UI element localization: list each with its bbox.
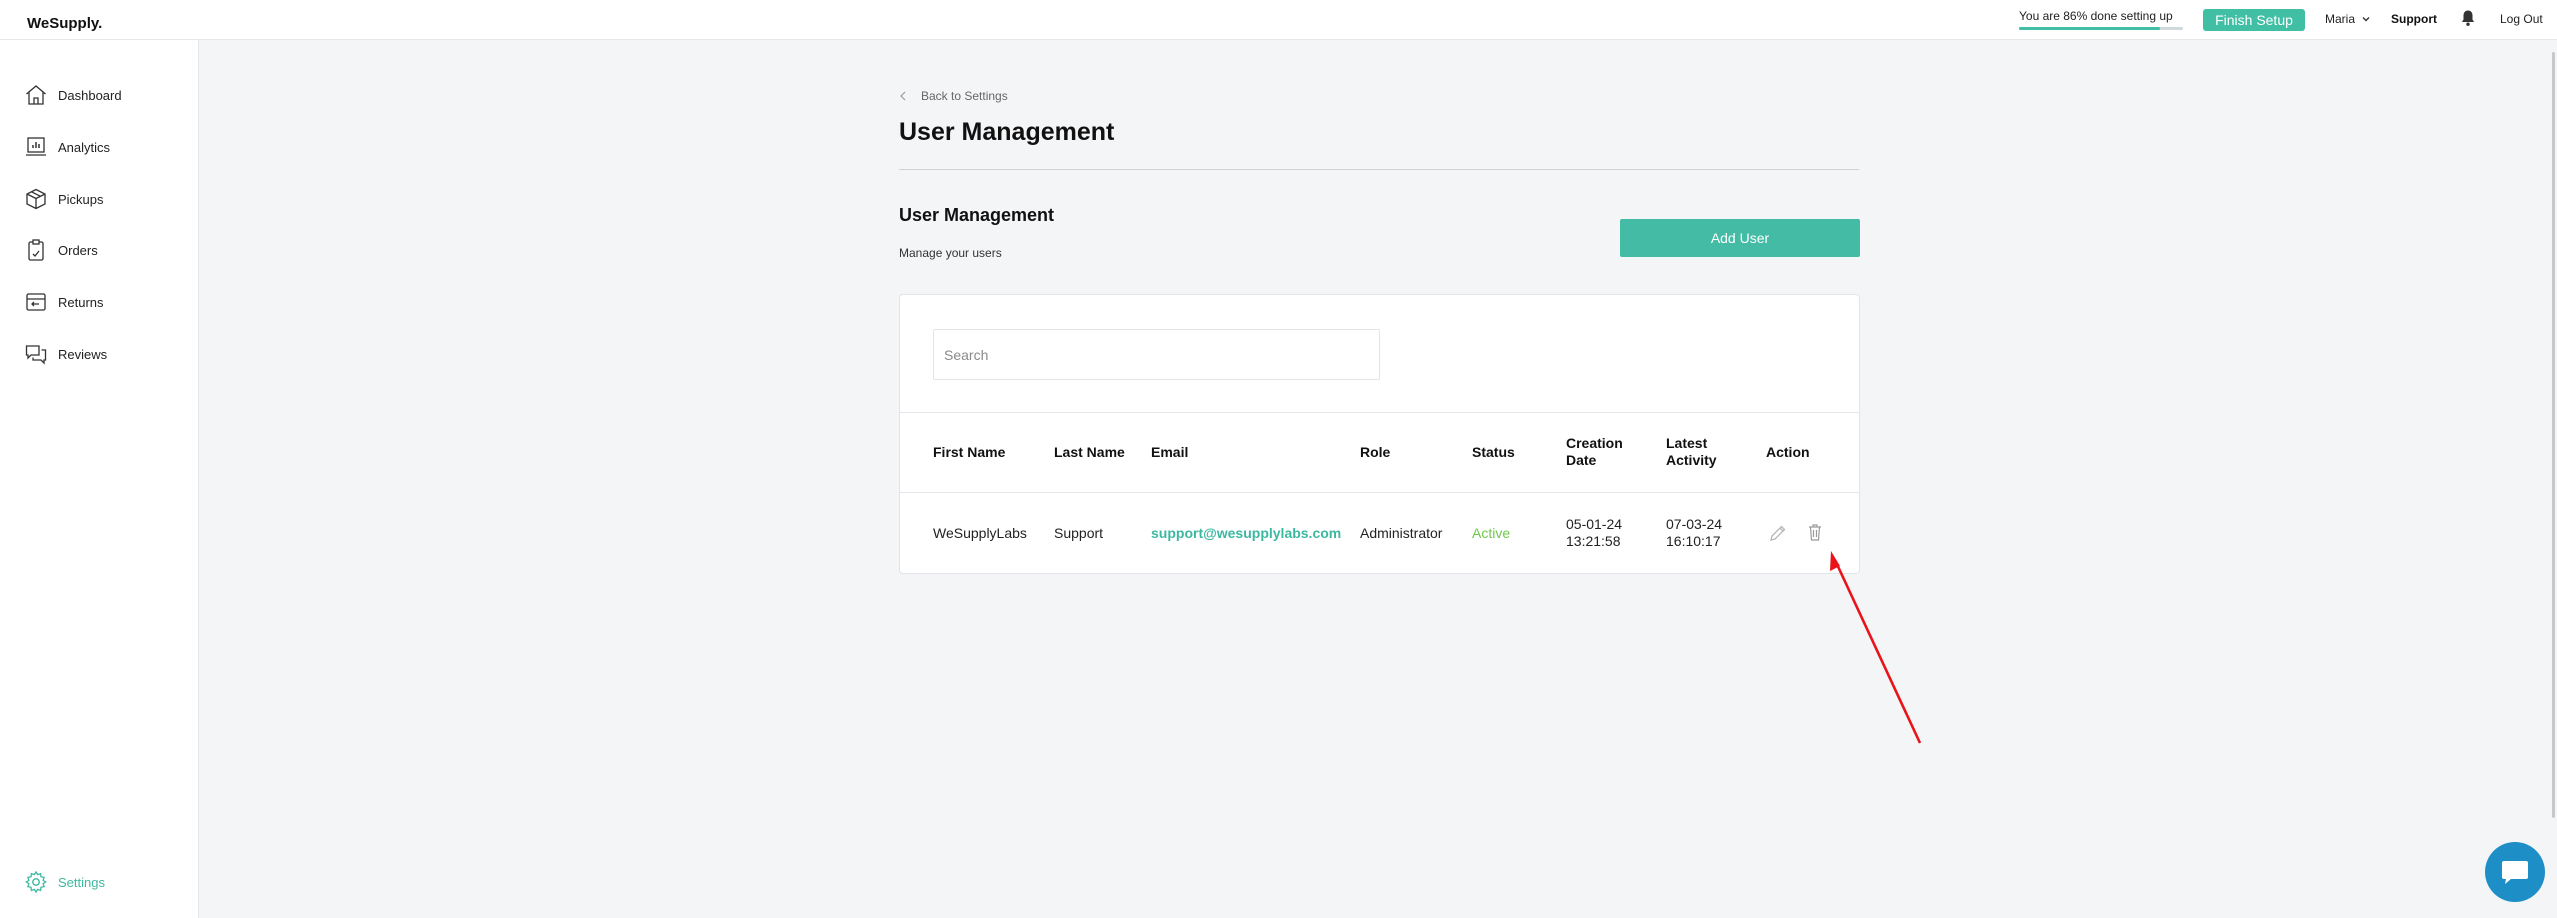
logout-link[interactable]: Log Out — [2500, 12, 2543, 26]
cell-creation-date: 05-01-24 — [1566, 516, 1623, 532]
delete-trash-icon[interactable] — [1805, 522, 1825, 542]
edit-pencil-icon[interactable] — [1768, 523, 1788, 543]
sidebar-item-pickups[interactable]: Pickups — [24, 187, 104, 211]
user-menu[interactable]: Maria — [2325, 12, 2371, 26]
brand-logo[interactable]: WeSupply. — [27, 15, 102, 32]
cell-role: Administrator — [1360, 525, 1443, 541]
column-header-role: Role — [1360, 444, 1391, 460]
section-subtitle: Manage your users — [899, 246, 1002, 260]
cell-latest-time: 16:10:17 — [1666, 533, 1721, 549]
cell-status: Active — [1472, 525, 1511, 541]
users-table-card: First Name Last Name Email Role Status C… — [899, 294, 1860, 574]
sidebar-item-label: Analytics — [58, 139, 111, 155]
column-header-first-name: First Name — [933, 444, 1006, 460]
sidebar-item-label: Pickups — [58, 191, 104, 207]
chat-widget-button[interactable] — [2485, 842, 2545, 902]
support-link[interactable]: Support — [2391, 12, 2437, 26]
column-header-email: Email — [1151, 444, 1189, 460]
column-header-creation-date: Creation Date — [1566, 435, 1623, 468]
cell-last-name: Support — [1054, 525, 1104, 541]
setup-progress: You are 86% done setting up — [2019, 9, 2183, 30]
sidebar-item-label: Dashboard — [58, 87, 122, 103]
chevron-left-icon — [900, 91, 906, 101]
column-header-latest-activity: Latest Activity — [1666, 435, 1717, 468]
sidebar-item-orders[interactable]: Orders — [24, 238, 98, 262]
sidebar-item-settings[interactable]: Settings — [24, 870, 105, 894]
table-row-divider — [900, 492, 1859, 493]
returns-icon — [26, 293, 46, 311]
finish-setup-button[interactable]: Finish Setup — [2203, 9, 2305, 31]
back-to-settings-link[interactable]: Back to Settings — [899, 89, 1008, 103]
cell-email-link[interactable]: support@wesupplylabs.com — [1151, 525, 1341, 542]
gear-icon — [25, 870, 47, 894]
column-header-action: Action — [1766, 444, 1810, 460]
analytics-icon — [26, 137, 46, 156]
reviews-icon — [25, 345, 47, 365]
cell-latest-date: 07-03-24 — [1666, 516, 1723, 532]
setup-progress-text: You are 86% done setting up — [2019, 9, 2173, 23]
divider — [899, 169, 1859, 170]
section-title: User Management — [899, 205, 1055, 225]
sidebar-item-label: Reviews — [58, 346, 108, 362]
sidebar-item-reviews[interactable]: Reviews — [24, 342, 107, 366]
sidebar-item-label: Settings — [58, 874, 105, 890]
sidebar: Dashboard Analytics Pickups Orders Retur… — [0, 40, 199, 918]
cell-first-name: WeSupplyLabs — [933, 525, 1027, 541]
bell-icon[interactable] — [2460, 9, 2476, 27]
column-header-status: Status — [1472, 444, 1515, 460]
page-title: User Management — [899, 118, 1115, 146]
table-header-divider — [900, 412, 1859, 413]
back-link-label: Back to Settings — [921, 89, 1008, 103]
box-icon — [26, 188, 46, 210]
setup-progress-fill — [2019, 27, 2161, 30]
sidebar-item-label: Returns — [58, 294, 104, 310]
sidebar-item-dashboard[interactable]: Dashboard — [24, 83, 122, 107]
sidebar-item-returns[interactable]: Returns — [24, 290, 104, 314]
cell-creation-time: 13:21:58 — [1566, 533, 1621, 549]
add-user-button[interactable]: Add User — [1620, 219, 1860, 257]
sidebar-item-analytics[interactable]: Analytics — [24, 135, 110, 159]
search-input[interactable] — [933, 329, 1380, 380]
setup-progress-bar — [2019, 27, 2183, 30]
user-name: Maria — [2325, 12, 2356, 26]
chevron-down-icon — [2362, 17, 2370, 22]
chat-bubble-icon — [2502, 861, 2528, 884]
page-scrollbar[interactable] — [2552, 52, 2555, 818]
sidebar-item-label: Orders — [58, 242, 98, 258]
column-header-last-name: Last Name — [1054, 444, 1125, 460]
home-icon — [26, 85, 46, 105]
top-bar: WeSupply. You are 86% done setting up Fi… — [0, 0, 2557, 40]
orders-icon — [28, 239, 44, 261]
